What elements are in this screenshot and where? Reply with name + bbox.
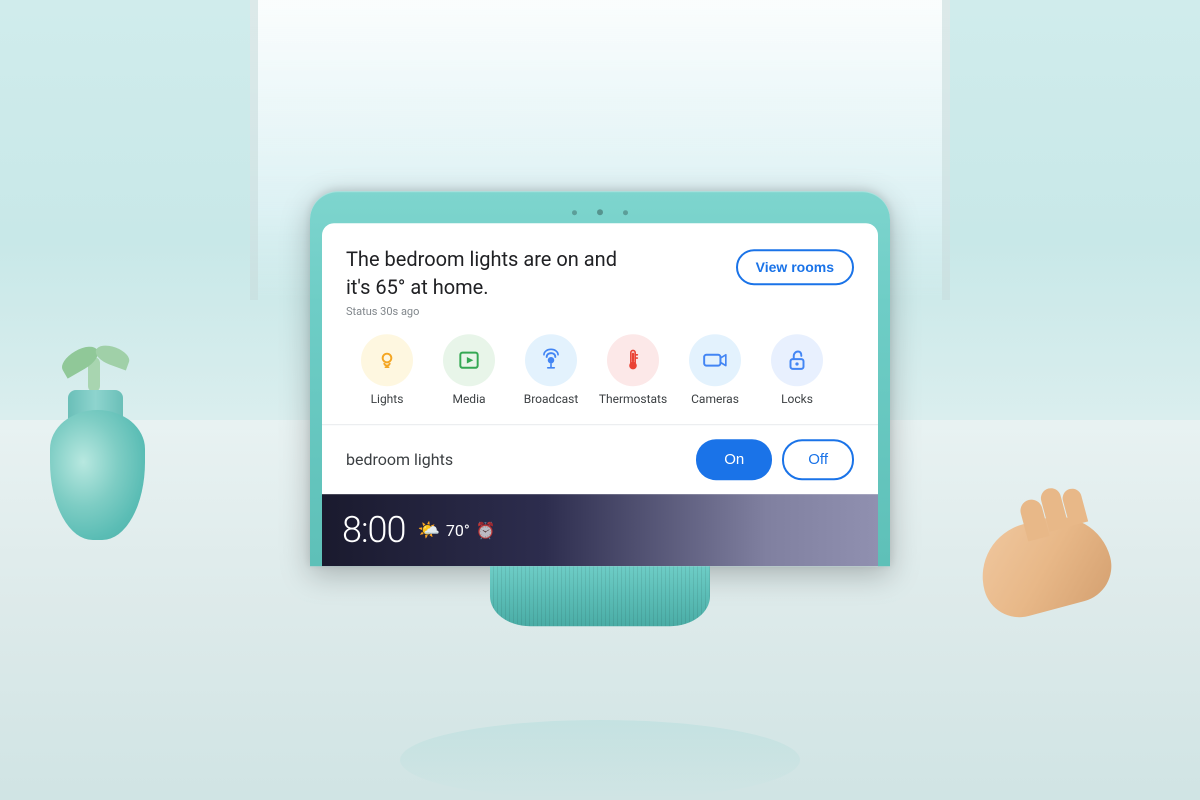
device-reflection <box>400 720 800 800</box>
broadcast-icon <box>538 347 564 373</box>
locks-label: Locks <box>781 392 813 406</box>
on-button[interactable]: On <box>696 439 772 480</box>
media-label: Media <box>452 392 485 406</box>
status-line1: The bedroom lights are on and <box>346 247 617 271</box>
camera-dot <box>597 209 603 215</box>
lights-icon <box>374 347 400 373</box>
bottom-banner: 8:00 🌤️ 70° ⏰ <box>322 494 878 566</box>
temperature-display: 70° <box>446 521 470 540</box>
lights-category[interactable]: Lights <box>346 334 428 406</box>
camera-bar <box>322 203 878 223</box>
google-home-hub: The bedroom lights are on and it's 65° a… <box>310 191 890 626</box>
speaker-base <box>490 566 710 626</box>
broadcast-icon-circle <box>525 334 577 386</box>
alarm-icon: ⏰ <box>476 521 496 540</box>
thermostats-category[interactable]: Thermostats <box>592 334 674 406</box>
header-row: The bedroom lights are on and it's 65° a… <box>346 245 854 301</box>
thermostats-icon <box>620 347 646 373</box>
broadcast-label: Broadcast <box>524 392 579 406</box>
hand-shape <box>971 505 1120 626</box>
cameras-icon <box>702 347 728 373</box>
status-line2: it's 65° at home. <box>346 275 489 299</box>
media-category[interactable]: Media <box>428 334 510 406</box>
media-icon-circle <box>443 334 495 386</box>
indicator-dot-right <box>623 210 628 215</box>
device-name-label: bedroom lights <box>346 450 453 469</box>
cameras-category[interactable]: Cameras <box>674 334 756 406</box>
broadcast-category[interactable]: Broadcast <box>510 334 592 406</box>
hand <box>980 520 1140 640</box>
sun-icon: 🌤️ <box>417 520 439 541</box>
smart-display-device: The bedroom lights are on and it's 65° a… <box>310 191 890 626</box>
status-timestamp: Status 30s ago <box>346 305 854 318</box>
thermostats-icon-circle <box>607 334 659 386</box>
indicator-dot-left <box>572 210 577 215</box>
screen-frame: The bedroom lights are on and it's 65° a… <box>310 191 890 566</box>
vase-decoration <box>40 380 160 540</box>
cameras-icon-circle <box>689 334 741 386</box>
thermostats-label: Thermostats <box>599 392 667 406</box>
off-button[interactable]: Off <box>782 439 854 480</box>
cameras-label: Cameras <box>691 392 739 406</box>
view-rooms-button[interactable]: View rooms <box>736 249 854 285</box>
screen: The bedroom lights are on and it's 65° a… <box>322 223 878 566</box>
clock-display: 8:00 <box>342 509 405 551</box>
bedroom-lights-control: bedroom lights On Off <box>346 425 854 494</box>
status-message: The bedroom lights are on and it's 65° a… <box>346 245 617 301</box>
locks-icon <box>784 347 810 373</box>
speaker-fabric-texture <box>490 566 710 626</box>
media-icon <box>456 347 482 373</box>
lights-label: Lights <box>371 392 404 406</box>
locks-icon-circle <box>771 334 823 386</box>
on-off-buttons: On Off <box>696 439 854 480</box>
category-icons-row: Lights Media <box>346 334 854 406</box>
screen-content: The bedroom lights are on and it's 65° a… <box>322 223 878 494</box>
weather-info: 🌤️ 70° ⏰ <box>417 520 495 541</box>
locks-category[interactable]: Locks <box>756 334 838 406</box>
lights-icon-circle <box>361 334 413 386</box>
